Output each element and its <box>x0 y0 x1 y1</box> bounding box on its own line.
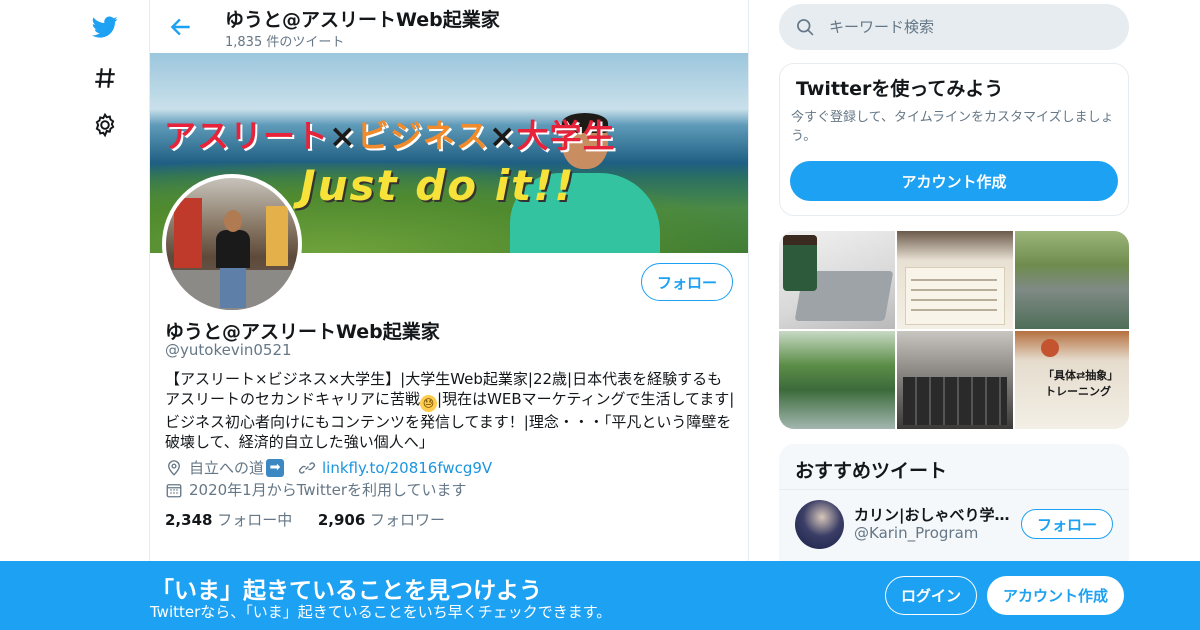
recommended-follow-button[interactable]: フォロー <box>1021 509 1113 539</box>
bottom-bar-subtitle: Twitterなら、「いま」起きていることをいち早くチェックできます。 <box>150 603 612 621</box>
banner-headline-part2: ビジネス <box>356 117 489 155</box>
media-coffee-cup <box>783 235 817 291</box>
recommended-title: おすすめツイート <box>795 460 948 482</box>
signup-card-description: 今すぐ登録して、タイムラインをカスタマイズしましょう。 <box>791 110 1114 144</box>
recommended-user-name[interactable]: カリン|おしゃべり学… <box>854 504 1014 525</box>
twitter-bird-icon[interactable] <box>90 12 120 42</box>
header-profile-name: ゆうと@アスリートWeb起業家 <box>225 9 500 31</box>
avatar-sign-right <box>266 206 288 266</box>
signup-card-title: Twitterを使ってみよう <box>796 78 1004 100</box>
signup-card: Twitterを使ってみよう 今すぐ登録して、タイムラインをカスタマイズしましょ… <box>779 63 1129 216</box>
media-grid: 「具体⇄抽象」 トレーニング <box>779 231 1129 429</box>
profile-joined-row: 2020年1月からTwitterを利用しています <box>165 479 467 500</box>
banner-headline-part3: 大学生 <box>516 117 616 155</box>
following-count[interactable]: 2,348 <box>165 511 212 529</box>
profile-joined-date: 2020年1月からTwitterを利用しています <box>189 481 467 499</box>
media-thumbnail[interactable] <box>1015 231 1129 329</box>
hashtag-icon[interactable] <box>90 63 120 93</box>
bottom-create-account-button[interactable]: アカウント作成 <box>987 576 1124 615</box>
profile-bio: 【アスリート×ビジネス×大学生】|大学生Web起業家|22歳|日本代表を経験する… <box>165 369 735 452</box>
banner-headline-x1: × <box>329 117 357 155</box>
media-thumbnail[interactable] <box>779 331 895 429</box>
media-thumbnail[interactable] <box>779 231 895 329</box>
link-icon <box>299 461 316 474</box>
following-label[interactable]: フォロー中 <box>217 511 292 529</box>
follow-stats: 2,348 フォロー中 2,906 フォロワー <box>165 509 445 530</box>
search-input[interactable] <box>829 4 1109 50</box>
profile-avatar[interactable] <box>162 174 302 314</box>
banner-headline-x2: × <box>488 117 517 155</box>
media-book-title1: 「具体⇄抽象」 <box>1043 369 1119 382</box>
back-arrow-icon[interactable] <box>168 14 194 40</box>
sweat-face-emoji-icon: 😓 <box>420 395 438 412</box>
profile-meta-row: 自立への道 ➡ linkfly.to/20816fwcg9V <box>165 457 492 478</box>
avatar-figure-legs <box>220 266 246 308</box>
avatar-figure-head <box>224 210 242 232</box>
banner-headline-part1: アスリート <box>164 117 330 155</box>
media-book-badge <box>1041 339 1059 357</box>
search-box <box>779 4 1129 50</box>
create-account-button[interactable]: アカウント作成 <box>790 161 1118 201</box>
profile-header-bar: ゆうと@アスリートWeb起業家 1,835 件のツイート <box>150 0 748 53</box>
bottom-signup-bar: 「いま」起きていることを見つけよう Twitterなら、「いま」起きていることを… <box>0 561 1200 630</box>
bottom-bar-title: 「いま」起きていることを見つけよう <box>151 578 542 604</box>
main-column: ゆうと@アスリートWeb起業家 1,835 件のツイート アスリート×ビジネス×… <box>149 0 749 630</box>
avatar-sign-left <box>174 198 202 268</box>
media-book-title2: トレーニング <box>1045 385 1111 398</box>
followers-label[interactable]: フォロワー <box>370 511 445 529</box>
calendar-icon <box>166 483 182 497</box>
media-keyboard <box>903 377 1007 425</box>
profile-handle: @yutokevin0521 <box>165 341 292 359</box>
media-text-line <box>911 309 997 311</box>
media-text-line <box>911 279 997 281</box>
tweet-count: 1,835 件のツイート <box>225 35 345 50</box>
search-icon <box>797 19 814 36</box>
profile-url-link[interactable]: linkfly.to/20816fwcg9V <box>322 459 492 477</box>
profile-name: ゆうと@アスリートWeb起業家 <box>165 321 440 343</box>
right-arrow-emoji-icon: ➡ <box>266 458 285 477</box>
gear-icon[interactable] <box>90 110 120 140</box>
media-text-line <box>911 299 997 301</box>
recommended-user-handle: @Karin_Program <box>854 524 979 542</box>
divider <box>779 489 1129 490</box>
media-thumbnail[interactable]: 「具体⇄抽象」 トレーニング <box>1015 331 1129 429</box>
media-thumbnail[interactable] <box>897 331 1013 429</box>
banner-headline: アスリート×ビジネス×大学生 <box>164 111 616 157</box>
media-thumbnail[interactable] <box>897 231 1013 329</box>
media-text-line <box>911 289 997 291</box>
login-button[interactable]: ログイン <box>885 576 977 615</box>
avatar-figure-body <box>216 230 250 268</box>
twitter-profile-page: ゆうと@アスリートWeb起業家 1,835 件のツイート アスリート×ビジネス×… <box>0 0 1200 630</box>
followers-count[interactable]: 2,906 <box>318 511 365 529</box>
banner-slogan: Just do it!! <box>300 161 576 210</box>
profile-location: 自立への道 <box>189 459 265 477</box>
media-book-page <box>905 267 1005 325</box>
follow-button[interactable]: フォロー <box>641 263 733 301</box>
location-pin-icon <box>168 459 180 476</box>
recommended-user-avatar[interactable] <box>795 500 844 549</box>
